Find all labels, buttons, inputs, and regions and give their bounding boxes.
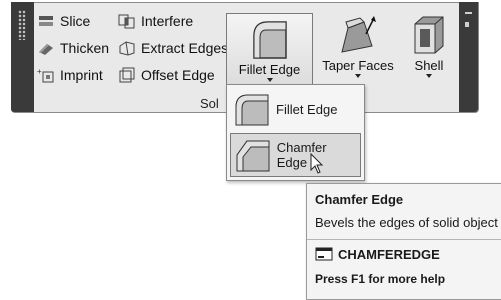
fillet-dropdown-menu: Fillet Edge Chamfer Edge <box>226 84 365 181</box>
command-line-icon <box>315 247 333 261</box>
shell-icon <box>414 16 444 54</box>
fillet-edge-icon <box>252 21 287 59</box>
tooltip-help-text: Press F1 for more help <box>315 272 446 286</box>
thicken-label: Thicken <box>60 40 110 56</box>
interfere-icon <box>118 14 135 29</box>
extract-edges-icon <box>119 41 135 56</box>
panel-grip-handle[interactable] <box>11 2 34 112</box>
offset-edge-button[interactable]: Offset Edge <box>118 67 215 83</box>
menu-item-chamfer-edge[interactable]: Chamfer Edge <box>230 133 361 177</box>
interfere-button[interactable]: Interfere <box>118 13 193 29</box>
tooltip-divider <box>307 239 501 240</box>
thicken-icon <box>39 44 53 55</box>
imprint-icon: + <box>37 67 54 83</box>
imprint-button[interactable]: + Imprint <box>37 67 103 83</box>
taper-faces-label: Taper Faces <box>322 58 394 73</box>
fillet-edge-split-button[interactable]: Fillet Edge <box>226 13 313 87</box>
fillet-edge-label: Fillet Edge <box>238 62 301 77</box>
taper-faces-button[interactable]: Taper Faces <box>322 14 394 78</box>
tooltip-command: CHAMFEREDGE <box>315 246 440 262</box>
svg-text:+: + <box>37 67 42 76</box>
pin-icon <box>465 22 469 27</box>
fillet-dropdown-arrow-icon[interactable] <box>266 78 273 82</box>
dialog-launcher-icon <box>465 12 472 14</box>
chamfer-edge-tooltip: Chamfer Edge Bevels the edges of solid o… <box>306 183 501 300</box>
extract-edges-label: Extract Edges <box>141 40 229 56</box>
grip-dots-icon <box>18 10 26 40</box>
menu-item-fillet-label: Fillet Edge <box>276 101 338 117</box>
slice-button[interactable]: Slice <box>37 13 90 29</box>
tooltip-description: Bevels the edges of solid object <box>315 215 498 230</box>
extract-edges-button[interactable]: Extract Edges <box>118 40 228 56</box>
offset-edge-icon <box>119 67 135 83</box>
taper-dropdown-arrow-icon[interactable] <box>355 74 361 78</box>
panel-right-handle[interactable] <box>459 2 478 112</box>
shell-dropdown-arrow-icon[interactable] <box>426 74 432 78</box>
slice-icon <box>39 16 53 26</box>
shell-button[interactable]: Shell <box>405 14 453 78</box>
shell-label: Shell <box>414 58 444 73</box>
menu-item-fillet-edge[interactable]: Fillet Edge <box>230 88 359 130</box>
imprint-label: Imprint <box>60 67 103 83</box>
panel-title: Sol <box>200 96 219 111</box>
offset-edge-label: Offset Edge <box>141 67 215 83</box>
taper-faces-icon <box>341 16 376 53</box>
chamfer-edge-icon <box>236 140 270 172</box>
fillet-edge-icon <box>235 94 269 126</box>
thicken-button[interactable]: Thicken <box>37 40 109 56</box>
interfere-label: Interfere <box>141 13 194 29</box>
mouse-pointer-icon <box>310 153 324 174</box>
slice-label: Slice <box>60 13 91 29</box>
tooltip-command-name: CHAMFEREDGE <box>338 246 440 262</box>
tooltip-title: Chamfer Edge <box>315 192 404 207</box>
